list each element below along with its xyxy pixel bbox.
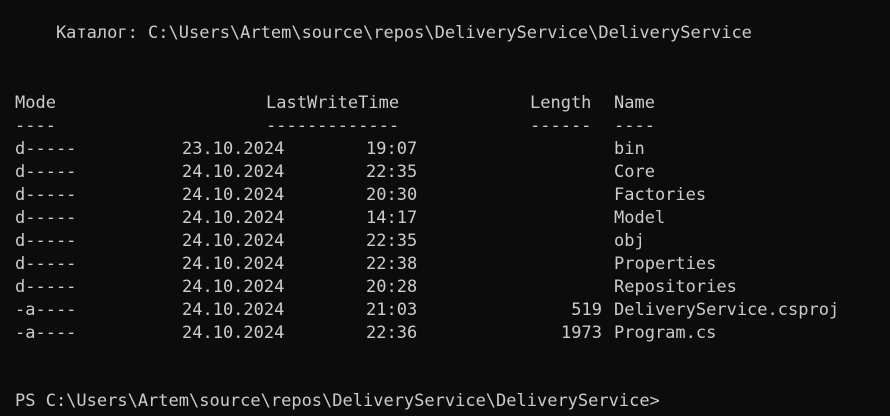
row-name: Model [614,208,666,228]
row-mode: d----- [15,162,77,182]
row-time: 19:07 [366,139,418,159]
row-date: 24.10.2024 [182,162,285,182]
row-name: DeliveryService.csproj [614,300,840,320]
row-date: 24.10.2024 [182,231,285,251]
row-name: Properties [614,254,717,274]
row-time: 22:35 [366,231,418,251]
row-date: 24.10.2024 [182,323,285,343]
row-time: 20:28 [366,277,418,297]
row-name: bin [614,139,645,159]
row-length: 1973 [561,323,602,343]
row-mode: d----- [15,185,77,205]
row-time: 20:30 [366,185,418,205]
row-date: 23.10.2024 [182,139,285,159]
row-date: 24.10.2024 [182,300,285,320]
underline-name: ---- [614,116,655,136]
row-time: 22:35 [366,162,418,182]
row-time: 22:36 [366,323,418,343]
row-date: 24.10.2024 [182,277,285,297]
row-time: 14:17 [366,208,418,228]
row-mode: -a---- [15,323,77,343]
row-time: 22:38 [366,254,418,274]
row-name: Repositories [614,277,737,297]
row-mode: d----- [15,208,77,228]
directory-line: Каталог: C:\Users\Artem\source\repos\Del… [15,23,752,43]
row-name: Factories [614,185,707,205]
row-mode: d----- [15,277,77,297]
row-mode: -a---- [15,300,77,320]
row-time: 21:03 [366,300,418,320]
header-lastwritetime: LastWriteTime [266,93,400,113]
terminal-window[interactable]: Каталог: C:\Users\Artem\source\repos\Del… [0,0,890,416]
row-mode: d----- [15,139,77,159]
header-name: Name [614,93,655,113]
row-date: 24.10.2024 [182,208,285,228]
row-name: obj [614,231,645,251]
row-name: Program.cs [614,323,717,343]
row-mode: d----- [15,231,77,251]
row-date: 24.10.2024 [182,254,285,274]
underline-mode: ---- [15,116,56,136]
row-length: 519 [571,300,602,320]
row-mode: d----- [15,254,77,274]
underline-length: ------ [530,116,592,136]
table-header-underline: ---- ------------- ------ ---- [15,115,655,138]
row-name: Core [614,162,655,182]
table-header: Mode LastWriteTime Length Name [15,92,655,115]
underline-lastwritetime: ------------- [266,116,400,136]
prompt-line[interactable]: PS C:\Users\Artem\source\repos\DeliveryS… [15,390,660,413]
row-date: 24.10.2024 [182,185,285,205]
header-length: Length [530,93,592,113]
header-mode: Mode [15,93,56,113]
